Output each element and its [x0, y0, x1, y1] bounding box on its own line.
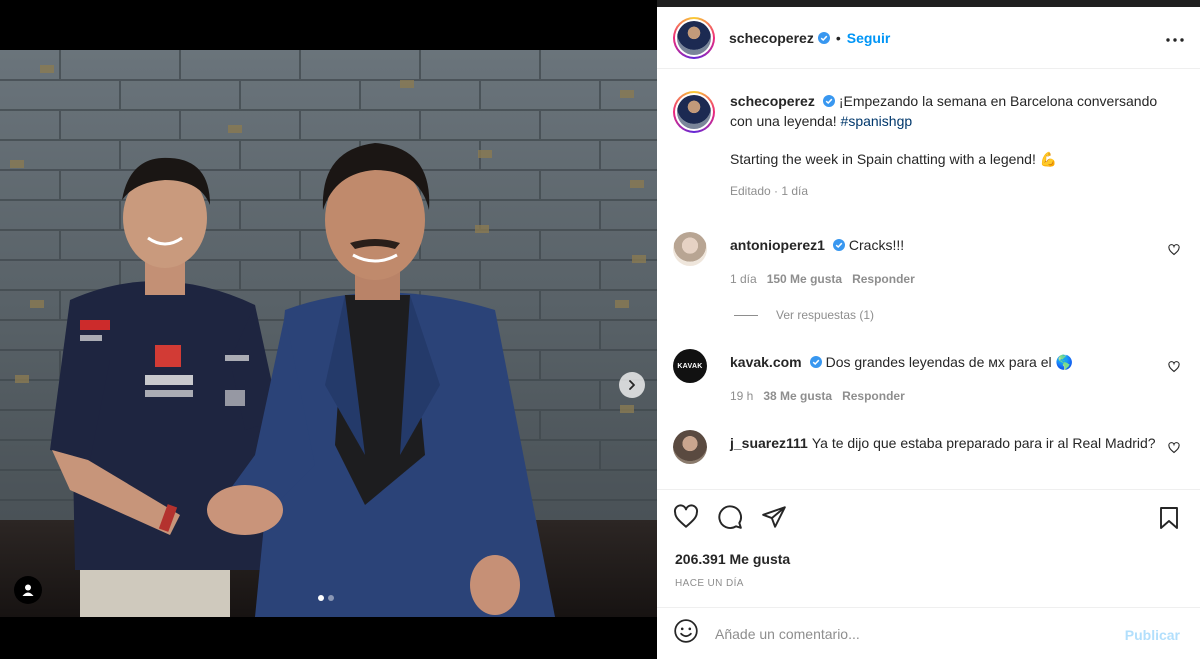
comment-icon [718, 505, 742, 529]
commenter-avatar[interactable]: KAVAK [673, 349, 707, 383]
comment-like-count[interactable]: 38 Me gusta [763, 389, 832, 403]
comment-button[interactable] [717, 504, 743, 535]
post-timestamp[interactable]: HACE UN DÍA [675, 578, 744, 589]
carousel-dot-active [318, 595, 324, 601]
comment-username[interactable]: kavak.com [730, 354, 802, 370]
comment-text: Cracks!!! [848, 237, 905, 253]
emoji-button[interactable] [673, 618, 699, 649]
more-options-button[interactable] [1166, 29, 1184, 47]
commenter-avatar[interactable] [673, 430, 707, 464]
comment-meta: 19 h 38 Me gusta Responder [730, 386, 1170, 406]
chevron-right-icon [629, 380, 635, 390]
share-icon [762, 506, 786, 528]
comment-like-button[interactable] [1168, 441, 1180, 459]
post-actions-section: 206.391 Me gusta HACE UN DÍA [657, 489, 1200, 606]
comment-time[interactable]: 1 día [730, 272, 757, 286]
comment-like-button[interactable] [1168, 360, 1180, 378]
user-icon [22, 584, 34, 596]
comment-like-count[interactable]: 150 Me gusta [767, 272, 842, 286]
comment-input[interactable] [715, 625, 1095, 642]
next-image-button[interactable] [619, 372, 645, 398]
author-avatar[interactable] [673, 16, 715, 59]
more-horizontal-icon [1166, 38, 1184, 42]
carousel-dot [328, 595, 334, 601]
view-replies-label: Ver respuestas (1) [776, 308, 875, 322]
person-right-illustration [207, 143, 555, 617]
comment-meta: 1 día 150 Me gusta Responder [730, 269, 1170, 289]
tagged-users-button[interactable] [14, 576, 42, 604]
commenter-avatar[interactable] [673, 232, 707, 266]
caption-hashtag[interactable]: #spanishgp [841, 113, 913, 129]
media-top-bar [0, 0, 657, 50]
reply-button[interactable]: Responder [842, 389, 905, 403]
heart-icon [1168, 244, 1180, 256]
comment-body: j_suarez111 Ya te dijo que estaba prepara… [730, 433, 1170, 453]
heart-icon [1168, 361, 1180, 373]
kavak-logo: KAVAK [677, 362, 703, 370]
post-media [0, 0, 657, 659]
post-header: schecoperez • Seguir [657, 7, 1200, 69]
comment-text: Ya te dijo que estaba preparado para ir … [811, 435, 1156, 451]
post-side-panel: schecoperez • Seguir schecoperez ¡Empezan… [657, 7, 1200, 659]
follow-button[interactable]: Seguir [847, 30, 891, 46]
comments-list[interactable]: schecoperez ¡Empezando la semana en Barce… [657, 70, 1200, 490]
verified-badge-icon [822, 95, 835, 107]
media-bottom-bar [0, 617, 657, 659]
caption-text-en: Starting the week in Spain chatting with… [730, 151, 1058, 167]
like-button[interactable] [673, 504, 699, 535]
author-username[interactable]: schecoperez [729, 30, 814, 46]
caption-username[interactable]: schecoperez [730, 93, 815, 109]
comment-like-button[interactable] [1168, 243, 1180, 261]
comment-body: antonioperez1 Cracks!!! 1 día 150 Me gusta… [730, 235, 1170, 289]
bookmark-icon [1160, 507, 1178, 529]
comment-body: kavak.com Dos grandes leyendas de ᴍx para… [730, 352, 1170, 406]
comment-username[interactable]: antonioperez1 [730, 237, 825, 253]
reply-button[interactable]: Responder [852, 272, 915, 286]
caption-meta: Editado · 1 día [730, 184, 809, 198]
verified-badge-icon [817, 31, 830, 44]
verified-badge-icon [809, 356, 822, 368]
comment-text: Dos grandes leyendas de ᴍx para el 🌎 [825, 354, 1073, 370]
heart-icon [1168, 442, 1180, 454]
post-photo[interactable] [0, 50, 657, 617]
emoji-icon [674, 619, 698, 643]
likes-count[interactable]: 206.391 Me gusta [675, 551, 790, 567]
comment-time[interactable]: 19 h [730, 389, 753, 403]
view-replies-button[interactable]: Ver respuestas (1) [734, 308, 874, 322]
heart-icon [673, 504, 699, 528]
share-button[interactable] [761, 504, 787, 535]
post-actions [673, 504, 787, 535]
caption-body: schecoperez ¡Empezando la semana en Barce… [730, 91, 1170, 201]
verified-badge-icon [832, 239, 845, 251]
publish-button[interactable]: Publicar [1125, 627, 1180, 643]
carousel-indicator [318, 595, 334, 601]
add-comment-bar: Publicar [657, 607, 1200, 659]
header-separator: • [835, 29, 841, 46]
comment-username[interactable]: j_suarez111 [730, 435, 808, 451]
caption-author-avatar[interactable] [673, 91, 715, 133]
save-button[interactable] [1158, 506, 1180, 535]
